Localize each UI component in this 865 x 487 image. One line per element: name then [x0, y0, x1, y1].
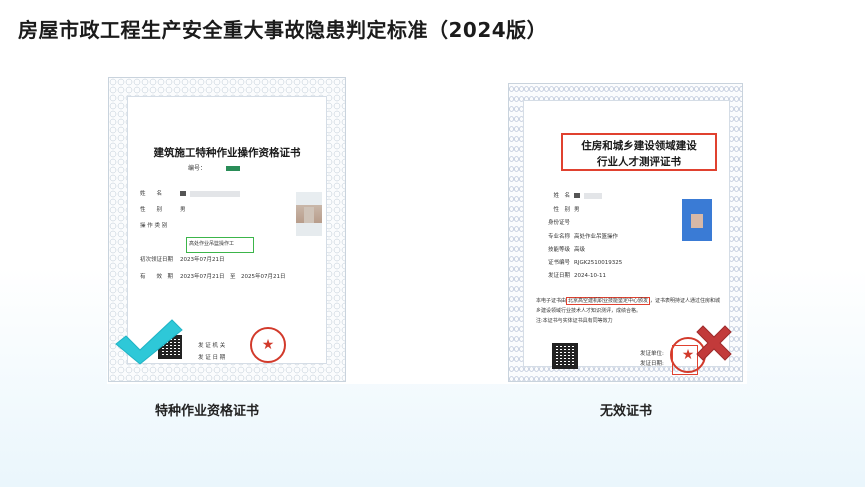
field-name: 姓 名: [140, 189, 240, 197]
field-issue-date: 发证日期 2024-10-11: [547, 273, 606, 279]
highlighted-issuer: 北京高空建机职业技能鉴定中心颁发: [566, 297, 651, 305]
field-id-number: 身份证号: [547, 220, 570, 226]
certificate-number: 编号：: [188, 163, 241, 172]
holder-photo: [296, 192, 322, 236]
certificate-title: 建筑施工特种作业操作资格证书: [153, 147, 301, 159]
field-skill-level: 技能等级 高级: [547, 247, 586, 253]
field-validity: 有 效 期 2023年07月21日 至 2025年07月21日: [140, 274, 286, 280]
field-first-issue-date: 初次领证日期 2023年07月21日: [140, 257, 225, 263]
field-issuer: 发 证 机 关: [198, 343, 226, 349]
valid-certificate-caption: 特种作业资格证书: [155, 404, 260, 419]
field-name: 姓 名: [542, 191, 602, 199]
field-profession: 专业名称 高处作业吊篮操作: [547, 234, 619, 240]
official-seal: ★: [250, 327, 286, 363]
certificate-title-line-1: 住房和城乡建设领域建设: [581, 140, 697, 152]
field-issue-date: 发 证 日 期: [198, 355, 226, 361]
field-category: 操 作 类 别: [140, 223, 168, 229]
holder-photo: [682, 199, 712, 241]
highlighted-category: 高处作业吊篮操作工: [186, 237, 254, 253]
issue-date-label: 发证日期:: [640, 361, 664, 367]
issuer-label: 发证单位:: [640, 351, 664, 357]
field-gender: 性 别男: [553, 207, 580, 213]
cross-icon: [696, 325, 732, 361]
checkmark-icon: [115, 319, 183, 365]
certificate-title-line-2: 行业人才测评证书: [597, 156, 681, 168]
page-title: 房屋市政工程生产安全重大事故隐患判定标准（2024版）: [18, 18, 548, 42]
invalid-certificate-caption: 无效证书: [600, 404, 653, 419]
certificate-title-highlight: 住房和城乡建设领域建设 行业人才测评证书: [561, 133, 717, 171]
field-gender: 性 别男: [140, 207, 186, 213]
qr-code: [552, 343, 578, 369]
field-certificate-number: 证书编号 RJGK2510019325: [547, 260, 623, 266]
